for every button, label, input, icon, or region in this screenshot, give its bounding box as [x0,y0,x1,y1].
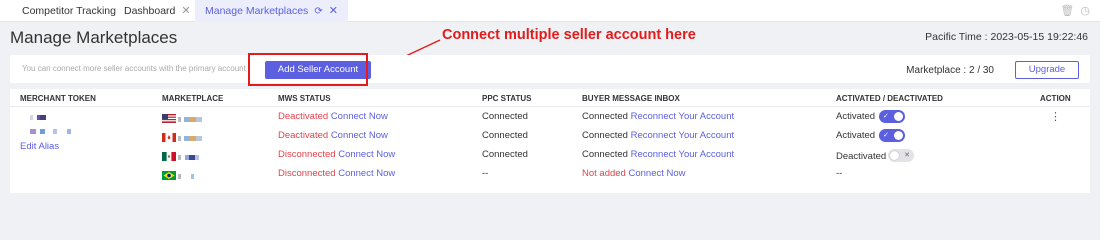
reconnect-link[interactable]: Reconnect Your Account [631,111,735,122]
ppc-status: Connected [482,149,528,160]
pacific-time: Pacific Time : 2023-05-15 19:22:46 [925,31,1088,43]
inbox-status: Connected Reconnect Your Account [582,130,734,141]
header-divider [10,106,1090,107]
tab-label: Competitor Tracking [22,5,116,17]
marketplace-count: Marketplace : 2 / 30 [906,65,994,76]
activation-toggle[interactable]: ✕ [888,149,914,162]
header-activated: ACTIVATED / DEACTIVATED [836,94,943,103]
mws-status-text: Disconnected [278,168,336,179]
marketplace-name-redacted [178,114,202,125]
ppc-status: Connected [482,111,528,122]
reconnect-link[interactable]: Reconnect Your Account [631,130,735,141]
marketplace-name-redacted [178,133,202,144]
add-seller-account-button[interactable]: Add Seller Account [265,61,371,79]
mx-flag-icon [162,152,176,161]
activation-toggle[interactable]: ✓ [879,110,905,123]
mws-connect-link[interactable]: Connect Now [338,168,395,179]
upgrade-button[interactable]: Upgrade [1015,61,1079,79]
header-mws-status: MWS STATUS [278,94,331,103]
inbox-status: Not added Connect Now [582,168,686,179]
marketplace-name-redacted [178,152,199,163]
activation-toggle[interactable]: ✓ [879,129,905,142]
header-action: ACTION [1040,94,1071,103]
tab-dashboard[interactable]: Dashboard ✕ [124,0,191,22]
inbox-status-text: Connected [582,111,628,122]
header-ppc-status: PPC STATUS [482,94,532,103]
activation-label: Activated [836,130,876,141]
ppc-status: -- [482,168,489,179]
tab-competitor-tracking[interactable]: Competitor Tracking [22,0,116,22]
edit-alias-link[interactable]: Edit Alias [20,141,59,152]
annotation-callout: Connect multiple seller account here [442,27,696,43]
tab-label: Manage Marketplaces [205,5,309,17]
mws-status: Disconnected Connect Now [278,149,395,160]
mws-connect-link[interactable]: Connect Now [331,130,388,141]
inbox-status-text: Connected [582,149,628,160]
merchant-token-redacted [30,126,71,137]
tab-bar: Competitor Tracking Dashboard ✕ Manage Ma… [0,0,1100,22]
inbox-status-text: Connected [582,130,628,141]
mws-connect-link[interactable]: Connect Now [331,111,388,122]
header-merchant-token: MERCHANT TOKEN [20,94,96,103]
br-flag-icon [162,171,176,180]
check-icon: ✓ [883,113,889,120]
refresh-icon[interactable]: ⟳ [314,6,322,17]
merchant-token-redacted [30,112,46,123]
check-icon: ✓ [883,132,889,139]
tab-manage-marketplaces[interactable]: Manage Marketplaces ⟳ ✕ [195,0,348,22]
inbox-status: Connected Reconnect Your Account [582,149,734,160]
header-buyer-inbox: BUYER MESSAGE INBOX [582,94,680,103]
pacific-time-value: 2023-05-15 19:22:46 [990,31,1089,43]
mws-status: Deactivated Connect Now [278,130,388,141]
mws-status-text: Deactivated [278,130,329,141]
marketplace-name-redacted [178,171,194,182]
tab-label: Dashboard [124,5,176,17]
header-marketplace: MARKETPLACE [162,94,224,103]
close-icon[interactable]: ✕ [181,5,190,17]
inbox-status: Connected Reconnect Your Account [582,111,734,122]
activation-label: Activated [836,111,876,122]
activation-label: -- [836,168,843,179]
mws-connect-link[interactable]: Connect Now [338,149,395,160]
activation-label: Deactivated [836,151,887,162]
mws-status-text: Deactivated [278,111,329,122]
inbox-connect-link[interactable]: Connect Now [628,168,685,179]
tabbar-tools: 🗑 ◷ [1054,4,1090,17]
pacific-time-label: Pacific Time : [925,31,988,43]
trash-icon[interactable]: 🗑 [1060,5,1074,17]
page-title: Manage Marketplaces [10,28,178,47]
x-icon: ✕ [904,152,910,159]
us-flag-icon [162,114,176,123]
ppc-status: Connected [482,130,528,141]
mws-status: Disconnected Connect Now [278,168,395,179]
marketplace-table: MERCHANT TOKEN MARKETPLACE MWS STATUS PP… [10,89,1090,193]
mws-status-text: Disconnected [278,149,336,160]
inbox-status-text: Not added [582,168,626,179]
reconnect-link[interactable]: Reconnect Your Account [631,149,735,160]
ca-flag-icon [162,133,176,142]
mws-status: Deactivated Connect Now [278,111,388,122]
connect-hint: You can connect more seller accounts wit… [22,64,246,73]
history-icon[interactable]: ◷ [1080,5,1090,17]
more-vertical-icon[interactable]: ⋮ [1050,110,1061,123]
close-icon[interactable]: ✕ [329,5,338,17]
